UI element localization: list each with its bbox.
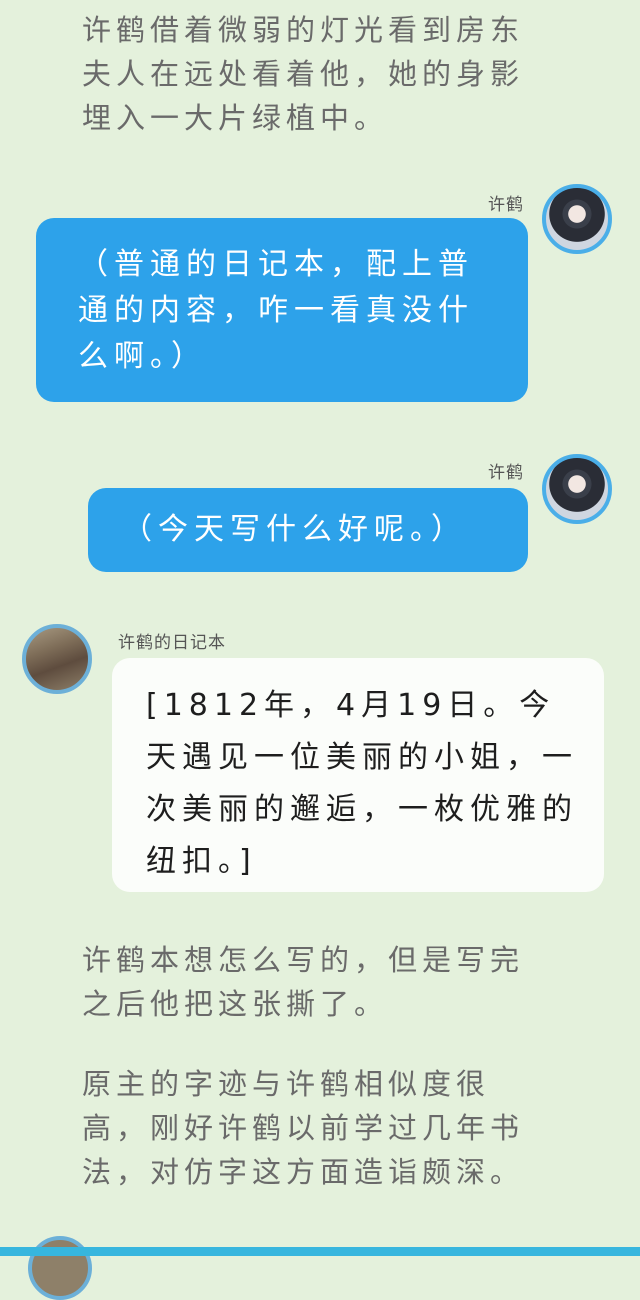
diary-avatar[interactable]: [22, 624, 92, 694]
speaker-name: 许鹤: [488, 195, 524, 215]
narration-text: 许鹤本想怎么写的，但是写完之后他把这张撕了。: [82, 943, 525, 1021]
character-avatar[interactable]: [542, 454, 612, 524]
narration-text: 许鹤借着微弱的灯光看到房东夫人在远处看着他，她的身影埋入一大片绿植中。: [82, 13, 525, 135]
narration-text: 原主的字迹与许鹤相似度很高，刚好许鹤以前学过几年书法，对仿字这方面造诣颇深。: [82, 1067, 525, 1189]
speaker-name: 许鹤的日记本: [118, 633, 226, 653]
chat-bubble-text: [1812年，4月19日。今天遇见一位美丽的小姐，一次美丽的邂逅，一枚优雅的纽扣…: [146, 688, 578, 879]
speaker-name: 许鹤: [488, 463, 524, 483]
bottom-bar: [0, 1247, 640, 1256]
character-avatar[interactable]: [542, 184, 612, 254]
chat-bubble-text: （今天写什么好呢。）: [122, 512, 467, 547]
chat-bubble-text: （普通的日记本，配上普通的内容，咋一看真没什么啊。）: [78, 247, 474, 374]
chat-bubble: （普通的日记本，配上普通的内容，咋一看真没什么啊。）: [36, 218, 528, 402]
chat-bubble: [1812年，4月19日。今天遇见一位美丽的小姐，一次美丽的邂逅，一枚优雅的纽扣…: [112, 658, 604, 892]
next-avatar: [28, 1236, 92, 1300]
chat-bubble: （今天写什么好呢。）: [88, 488, 528, 572]
